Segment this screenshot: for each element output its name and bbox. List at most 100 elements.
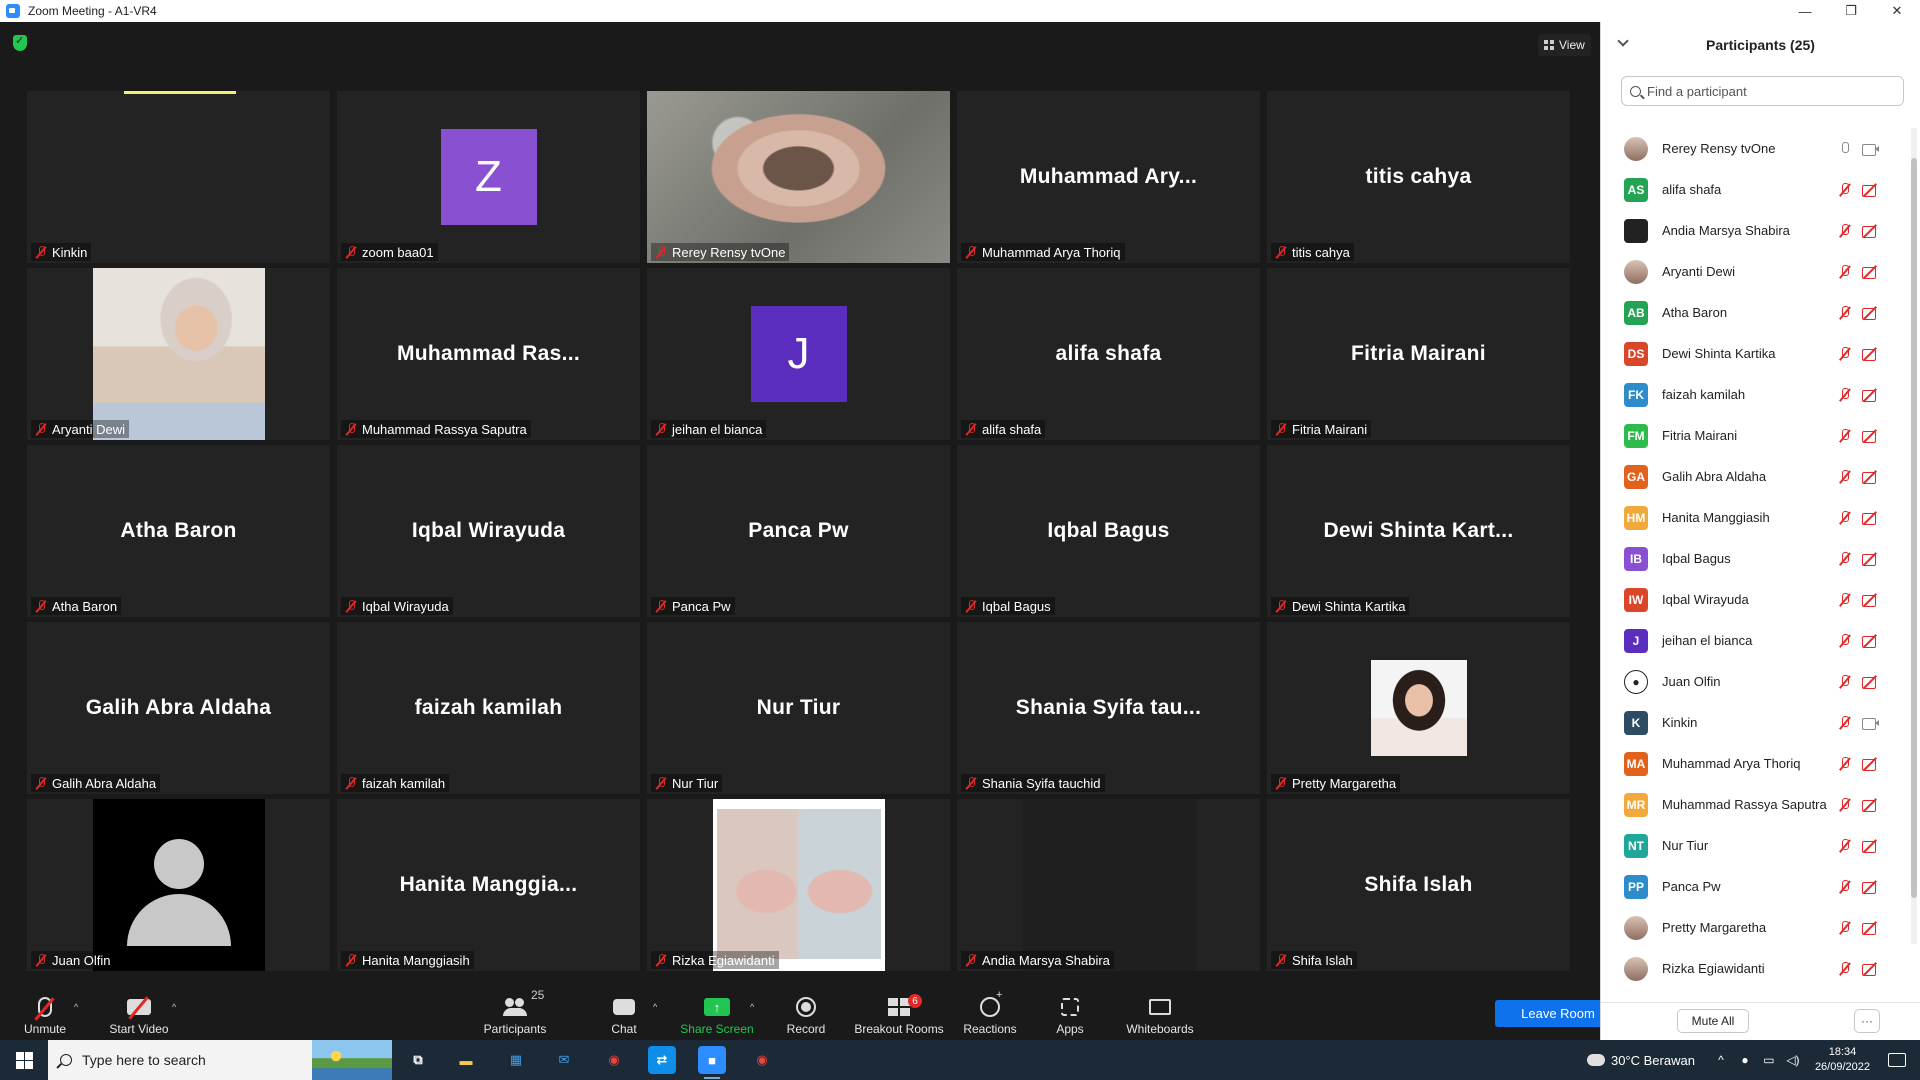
- participant-tile-atha-baron[interactable]: Atha Baron Atha Baron: [27, 445, 330, 617]
- audio-options-caret[interactable]: ^: [74, 1002, 78, 1012]
- clock[interactable]: 18:34 26/09/2022: [1815, 1045, 1870, 1075]
- mic-muted-icon[interactable]: [1839, 470, 1851, 484]
- mic-muted-icon[interactable]: [1839, 675, 1851, 689]
- mic-muted-icon[interactable]: [1839, 347, 1851, 361]
- mic-muted-icon[interactable]: [1839, 798, 1851, 812]
- participant-tile-muhammad-rassya-saputra[interactable]: Muhammad Ras... Muhammad Rassya Saputra: [337, 268, 640, 440]
- chrome-2-icon[interactable]: ◉: [748, 1046, 776, 1074]
- chevron-down-icon[interactable]: [1617, 35, 1629, 47]
- video-off-icon[interactable]: [1862, 963, 1879, 976]
- participant-tile-shania-syifa-tauchid[interactable]: Shania Syifa tau... Shania Syifa tauchid: [957, 622, 1260, 794]
- close-button[interactable]: ✕: [1874, 0, 1920, 22]
- mic-muted-icon[interactable]: [1839, 716, 1851, 730]
- video-off-icon[interactable]: [1862, 758, 1879, 771]
- participant-row-rizka-egiawidanti[interactable]: Rizka Egiawidanti: [1601, 948, 1901, 989]
- share-screen-button[interactable]: ↑ Share Screen: [680, 992, 754, 1038]
- participant-tile-fitria-mairani[interactable]: Fitria Mairani Fitria Mairani: [1267, 268, 1570, 440]
- participant-row-fitria-mairani[interactable]: FM Fitria Mairani: [1601, 415, 1901, 456]
- mute-all-button[interactable]: Mute All: [1677, 1009, 1749, 1033]
- video-off-icon[interactable]: [1862, 922, 1879, 935]
- mic-muted-icon[interactable]: [1839, 552, 1851, 566]
- chat-options-caret[interactable]: ^: [653, 1002, 657, 1012]
- participant-tile-faizah-kamilah[interactable]: faizah kamilah faizah kamilah: [337, 622, 640, 794]
- mic-muted-icon[interactable]: [1839, 839, 1851, 853]
- video-off-icon[interactable]: [1862, 512, 1879, 525]
- participant-row-atha-baron[interactable]: AB Atha Baron: [1601, 292, 1901, 333]
- apps-button[interactable]: Apps: [1054, 992, 1086, 1038]
- mic-muted-icon[interactable]: [1839, 634, 1851, 648]
- participant-tile-titis-cahya[interactable]: titis cahya titis cahya: [1267, 91, 1570, 263]
- volume-icon[interactable]: ◁): [1784, 1053, 1802, 1067]
- participant-tile-muhammad-arya-thoriq[interactable]: Muhammad Ary... Muhammad Arya Thoriq: [957, 91, 1260, 263]
- participant-row-andia-marsya-shabira[interactable]: Andia Marsya Shabira: [1601, 210, 1901, 251]
- mic-muted-icon[interactable]: [1839, 921, 1851, 935]
- shield-check-icon[interactable]: [13, 34, 27, 51]
- participant-row-iqbal-wirayuda[interactable]: IW Iqbal Wirayuda: [1601, 579, 1901, 620]
- video-off-icon[interactable]: [1862, 184, 1879, 197]
- participant-row-jeihan-el-bianca[interactable]: Jjeihan el bianca: [1601, 620, 1901, 661]
- video-icon[interactable]: [1862, 717, 1879, 730]
- participant-tile-aryanti-dewi[interactable]: Aryanti Dewi: [27, 268, 330, 440]
- task-view-icon[interactable]: ⧉: [404, 1046, 432, 1074]
- video-icon[interactable]: [1862, 143, 1879, 156]
- store-icon[interactable]: ▦: [502, 1046, 530, 1074]
- participant-tile-panca-pw[interactable]: Panca Pw Panca Pw: [647, 445, 950, 617]
- breakout-rooms-button[interactable]: 6 Breakout Rooms: [853, 992, 945, 1038]
- notification-icon[interactable]: [1888, 1053, 1906, 1067]
- participant-row-rerey-rensy-tvone[interactable]: Rerey Rensy tvOne: [1601, 128, 1901, 169]
- participant-row-dewi-shinta-kartika[interactable]: DS Dewi Shinta Kartika: [1601, 333, 1901, 374]
- taskbar-search[interactable]: Type here to search: [48, 1040, 392, 1080]
- participant-row-panca-pw[interactable]: PP Panca Pw: [1601, 866, 1901, 907]
- participant-row-faizah-kamilah[interactable]: FK faizah kamilah: [1601, 374, 1901, 415]
- mic-muted-icon[interactable]: [1839, 880, 1851, 894]
- video-off-icon[interactable]: [1862, 799, 1879, 812]
- participant-tile-juan-olfin[interactable]: Juan Olfin: [27, 799, 330, 971]
- video-off-icon[interactable]: [1862, 594, 1879, 607]
- start-video-button[interactable]: Start Video: [106, 992, 172, 1038]
- mail-icon[interactable]: ✉: [550, 1046, 578, 1074]
- mic-muted-icon[interactable]: [1839, 962, 1851, 976]
- participant-tile-zoom-baa01[interactable]: Zzoom baa01: [337, 91, 640, 263]
- mic-muted-icon[interactable]: [1839, 511, 1851, 525]
- unmute-button[interactable]: Unmute: [22, 992, 68, 1038]
- zoom-icon[interactable]: ■: [698, 1046, 726, 1079]
- mic-muted-icon[interactable]: [1839, 757, 1851, 771]
- video-options-caret[interactable]: ^: [172, 1002, 176, 1012]
- video-off-icon[interactable]: [1862, 266, 1879, 279]
- participant-row-muhammad-arya-thoriq[interactable]: MA Muhammad Arya Thoriq: [1601, 743, 1901, 784]
- minimize-button[interactable]: —: [1782, 0, 1828, 22]
- participant-tile-rizka-egiawidanti[interactable]: Rizka Egiawidanti: [647, 799, 950, 971]
- video-off-icon[interactable]: [1862, 635, 1879, 648]
- participant-tile-galih-abra-aldaha[interactable]: Galih Abra Aldaha Galih Abra Aldaha: [27, 622, 330, 794]
- chat-button[interactable]: Chat: [607, 992, 641, 1038]
- participant-row-kinkin[interactable]: K Kinkin: [1601, 702, 1901, 743]
- video-off-icon[interactable]: [1862, 676, 1879, 689]
- video-off-icon[interactable]: [1862, 840, 1879, 853]
- mic-muted-icon[interactable]: [1839, 224, 1851, 238]
- participant-row-alifa-shafa[interactable]: AS alifa shafa: [1601, 169, 1901, 210]
- view-button[interactable]: View: [1538, 34, 1591, 56]
- participant-row-hanita-manggiasih[interactable]: HM Hanita Manggiasih: [1601, 497, 1901, 538]
- network-icon[interactable]: ▭: [1760, 1053, 1778, 1067]
- participant-row-nur-tiur[interactable]: NT Nur Tiur: [1601, 825, 1901, 866]
- video-off-icon[interactable]: [1862, 471, 1879, 484]
- mic-muted-icon[interactable]: [1839, 306, 1851, 320]
- mic-muted-icon[interactable]: [1839, 593, 1851, 607]
- mic-muted-icon[interactable]: [1839, 429, 1851, 443]
- participant-tile-jeihan-el-bianca[interactable]: Jjeihan el bianca: [647, 268, 950, 440]
- video-off-icon[interactable]: [1862, 553, 1879, 566]
- video-off-icon[interactable]: [1862, 225, 1879, 238]
- mic-icon[interactable]: [1839, 142, 1851, 156]
- participant-row-galih-abra-aldaha[interactable]: GA Galih Abra Aldaha: [1601, 456, 1901, 497]
- video-off-icon[interactable]: [1862, 881, 1879, 894]
- participant-tile-alifa-shafa[interactable]: alifa shafa alifa shafa: [957, 268, 1260, 440]
- file-explorer-icon[interactable]: ▬: [452, 1046, 480, 1074]
- share-options-caret[interactable]: ^: [750, 1002, 754, 1012]
- weather-widget[interactable]: 30°C Berawan: [1582, 1050, 1695, 1068]
- participant-tile-andia-marsya-shabira[interactable]: Andia Marsya Shabira: [957, 799, 1260, 971]
- tray-chevron[interactable]: ^: [1712, 1053, 1730, 1067]
- participant-tile-iqbal-wirayuda[interactable]: Iqbal Wirayuda Iqbal Wirayuda: [337, 445, 640, 617]
- participant-row-pretty-margaretha[interactable]: Pretty Margaretha: [1601, 907, 1901, 948]
- more-options-button[interactable]: ···: [1854, 1009, 1880, 1033]
- chrome-icon[interactable]: ◉: [600, 1046, 628, 1074]
